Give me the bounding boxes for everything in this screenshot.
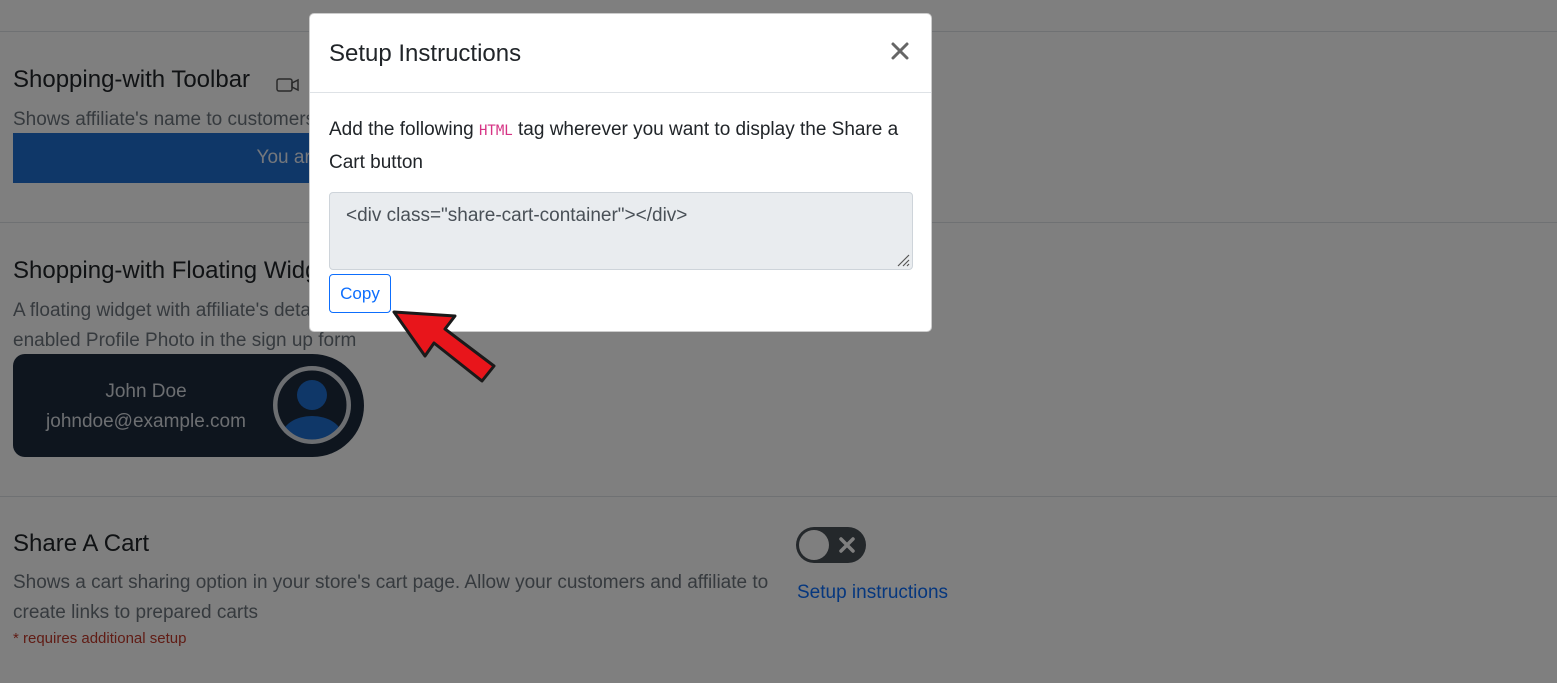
html-code-tag: HTML (479, 123, 513, 139)
code-snippet-value: <div class="share-cart-container"></div> (346, 205, 688, 226)
instruction-text-before: Add the following (329, 119, 479, 140)
copy-button[interactable]: Copy (329, 274, 391, 313)
modal-title: Setup Instructions (329, 40, 522, 67)
close-icon (891, 42, 909, 60)
setup-instructions-modal: Setup Instructions Add the following HTM… (309, 13, 932, 332)
red-arrow-annotation (392, 310, 496, 383)
modal-instruction-text: Add the following HTML tag wherever you … (329, 114, 909, 178)
settings-page: Shopping-with Toolbar Shows affiliate's … (0, 0, 1557, 683)
modal-header: Setup Instructions (310, 14, 931, 93)
code-snippet-textarea[interactable]: <div class="share-cart-container"></div> (329, 192, 913, 270)
close-button[interactable] (887, 38, 913, 64)
resize-handle-icon[interactable] (894, 251, 910, 267)
